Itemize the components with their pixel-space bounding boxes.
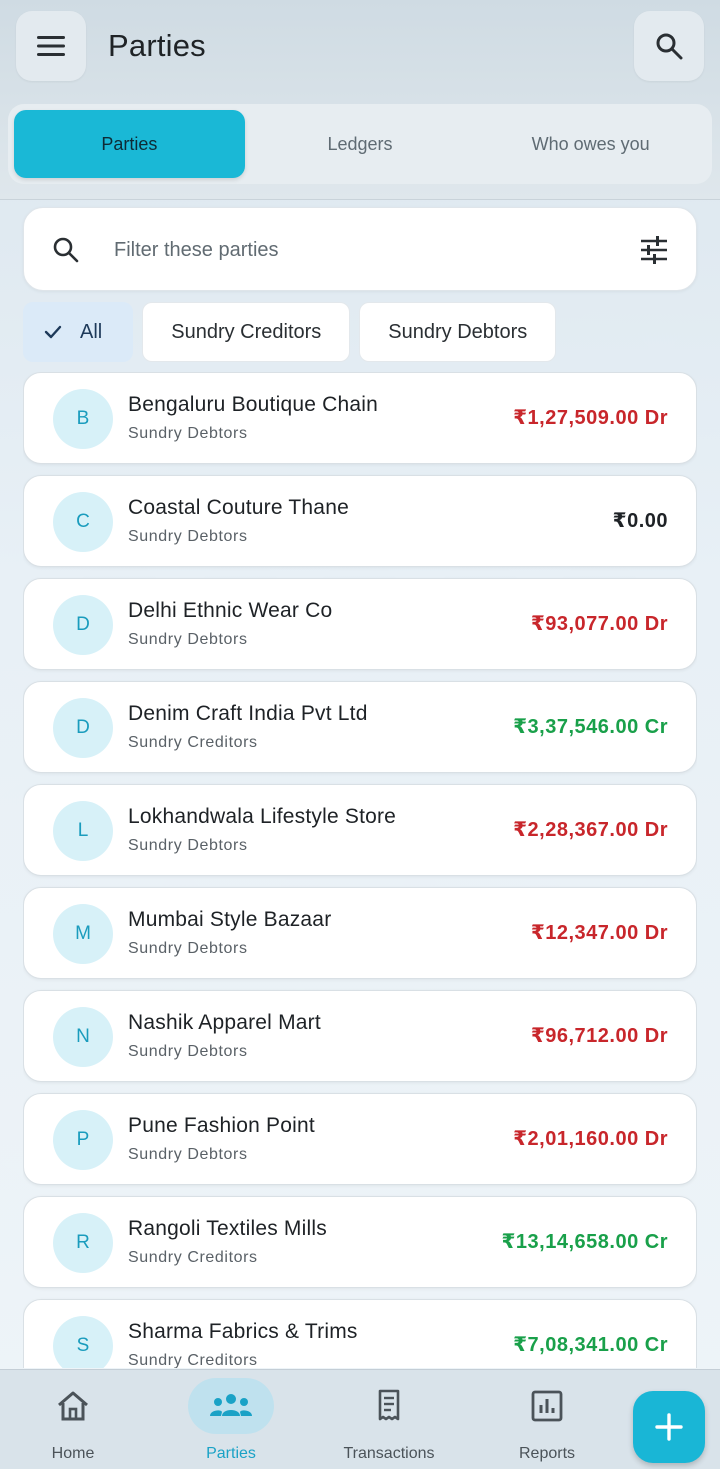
filter-bar [23,207,697,291]
nav-label: Parties [206,1445,256,1462]
search-icon [656,33,683,60]
party-balance: ₹93,077.00 Dr [530,613,668,635]
tab-bar: Parties Ledgers Who owes you [8,104,712,184]
nav-label: Reports [518,1445,576,1462]
party-row[interactable]: R Rangoli Textiles Mills Sundry Creditor… [23,1196,697,1288]
app-bar: Parties Parties Ledgers Who owes you [0,0,720,200]
groups-icon [210,1394,252,1416]
page-title: Parties [108,28,206,63]
nav-label: Transactions [343,1445,435,1462]
party-name: Coastal Couture Thane [128,496,349,519]
nav-transactions[interactable]: Transactions [329,1370,449,1469]
chip-sundry-creditors[interactable]: Sundry Creditors [142,302,351,362]
party-list: B Bengaluru Boutique Chain Sundry Debtor… [23,372,697,1368]
menu-icon [37,36,65,56]
avatar: C [53,492,113,552]
avatar: L [53,801,113,861]
party-name: Nashik Apparel Mart [128,1011,321,1034]
party-group: Sundry Creditors [128,1249,258,1266]
bottom-nav: Home Parties Transactions Reports [0,1369,720,1469]
party-balance: ₹2,01,160.00 Dr [513,1128,668,1150]
party-group: Sundry Creditors [128,1352,258,1368]
party-group: Sundry Debtors [128,940,248,957]
nav-home[interactable]: Home [13,1370,133,1469]
party-balance: ₹12,347.00 Dr [530,922,668,944]
avatar: B [53,389,113,449]
check-icon [44,325,62,339]
chip-sundry-debtors[interactable]: Sundry Debtors [359,302,557,362]
search-button[interactable] [634,11,704,81]
party-group: Sundry Creditors [128,734,258,751]
party-row[interactable]: P Pune Fashion Point Sundry Debtors ₹2,0… [23,1093,697,1185]
filter-chips: All Sundry Creditors Sundry Debtors [23,302,557,364]
party-balance: ₹96,712.00 Dr [530,1025,668,1047]
avatar: M [53,904,113,964]
menu-button[interactable] [16,11,86,81]
party-name: Lokhandwala Lifestyle Store [128,805,397,828]
tune-icon[interactable] [639,235,669,265]
party-name: Denim Craft India Pvt Ltd [128,702,368,725]
search-icon [53,237,79,263]
party-name: Rangoli Textiles Mills [128,1217,327,1240]
receipt-icon [378,1389,400,1421]
nav-reports[interactable]: Reports [487,1370,607,1469]
party-group: Sundry Debtors [128,1146,248,1163]
party-group: Sundry Debtors [128,631,248,648]
avatar: N [53,1007,113,1067]
party-name: Pune Fashion Point [128,1114,315,1137]
party-row[interactable]: B Bengaluru Boutique Chain Sundry Debtor… [23,372,697,464]
tab-parties[interactable]: Parties [14,110,245,178]
chip-label: All [80,320,103,343]
nav-label: Home [51,1445,95,1462]
party-name: Bengaluru Boutique Chain [128,393,378,416]
party-balance: ₹0.00 [612,510,668,532]
party-group: Sundry Debtors [128,528,248,545]
party-balance: ₹2,28,367.00 Dr [513,819,668,841]
party-row[interactable]: S Sharma Fabrics & Trims Sundry Creditor… [23,1299,697,1368]
party-name: Delhi Ethnic Wear Co [128,599,333,622]
avatar: S [53,1316,113,1368]
tab-who-owes-you[interactable]: Who owes you [475,110,706,178]
add-button[interactable] [633,1391,705,1463]
filter-input[interactable] [114,228,614,272]
party-row[interactable]: N Nashik Apparel Mart Sundry Debtors ₹96… [23,990,697,1082]
chart-icon [531,1390,563,1422]
avatar: P [53,1110,113,1170]
party-group: Sundry Debtors [128,837,248,854]
nav-parties[interactable]: Parties [171,1370,291,1469]
party-balance: ₹1,27,509.00 Dr [513,407,668,429]
party-row[interactable]: D Denim Craft India Pvt Ltd Sundry Credi… [23,681,697,773]
party-balance: ₹7,08,341.00 Cr [513,1334,668,1356]
plus-icon [655,1413,683,1441]
avatar: D [53,595,113,655]
tab-ledgers[interactable]: Ledgers [245,110,476,178]
party-balance: ₹3,37,546.00 Cr [513,716,668,738]
party-balance: ₹13,14,658.00 Cr [501,1231,668,1253]
party-name: Sharma Fabrics & Trims [128,1320,358,1343]
party-name: Mumbai Style Bazaar [128,908,332,931]
party-row[interactable]: D Delhi Ethnic Wear Co Sundry Debtors ₹9… [23,578,697,670]
party-group: Sundry Debtors [128,425,248,442]
party-row[interactable]: L Lokhandwala Lifestyle Store Sundry Deb… [23,784,697,876]
party-row[interactable]: M Mumbai Style Bazaar Sundry Debtors ₹12… [23,887,697,979]
avatar: R [53,1213,113,1273]
chip-all[interactable]: All [23,302,134,362]
party-row[interactable]: C Coastal Couture Thane Sundry Debtors ₹… [23,475,697,567]
party-group: Sundry Debtors [128,1043,248,1060]
home-icon [58,1391,88,1421]
avatar: D [53,698,113,758]
